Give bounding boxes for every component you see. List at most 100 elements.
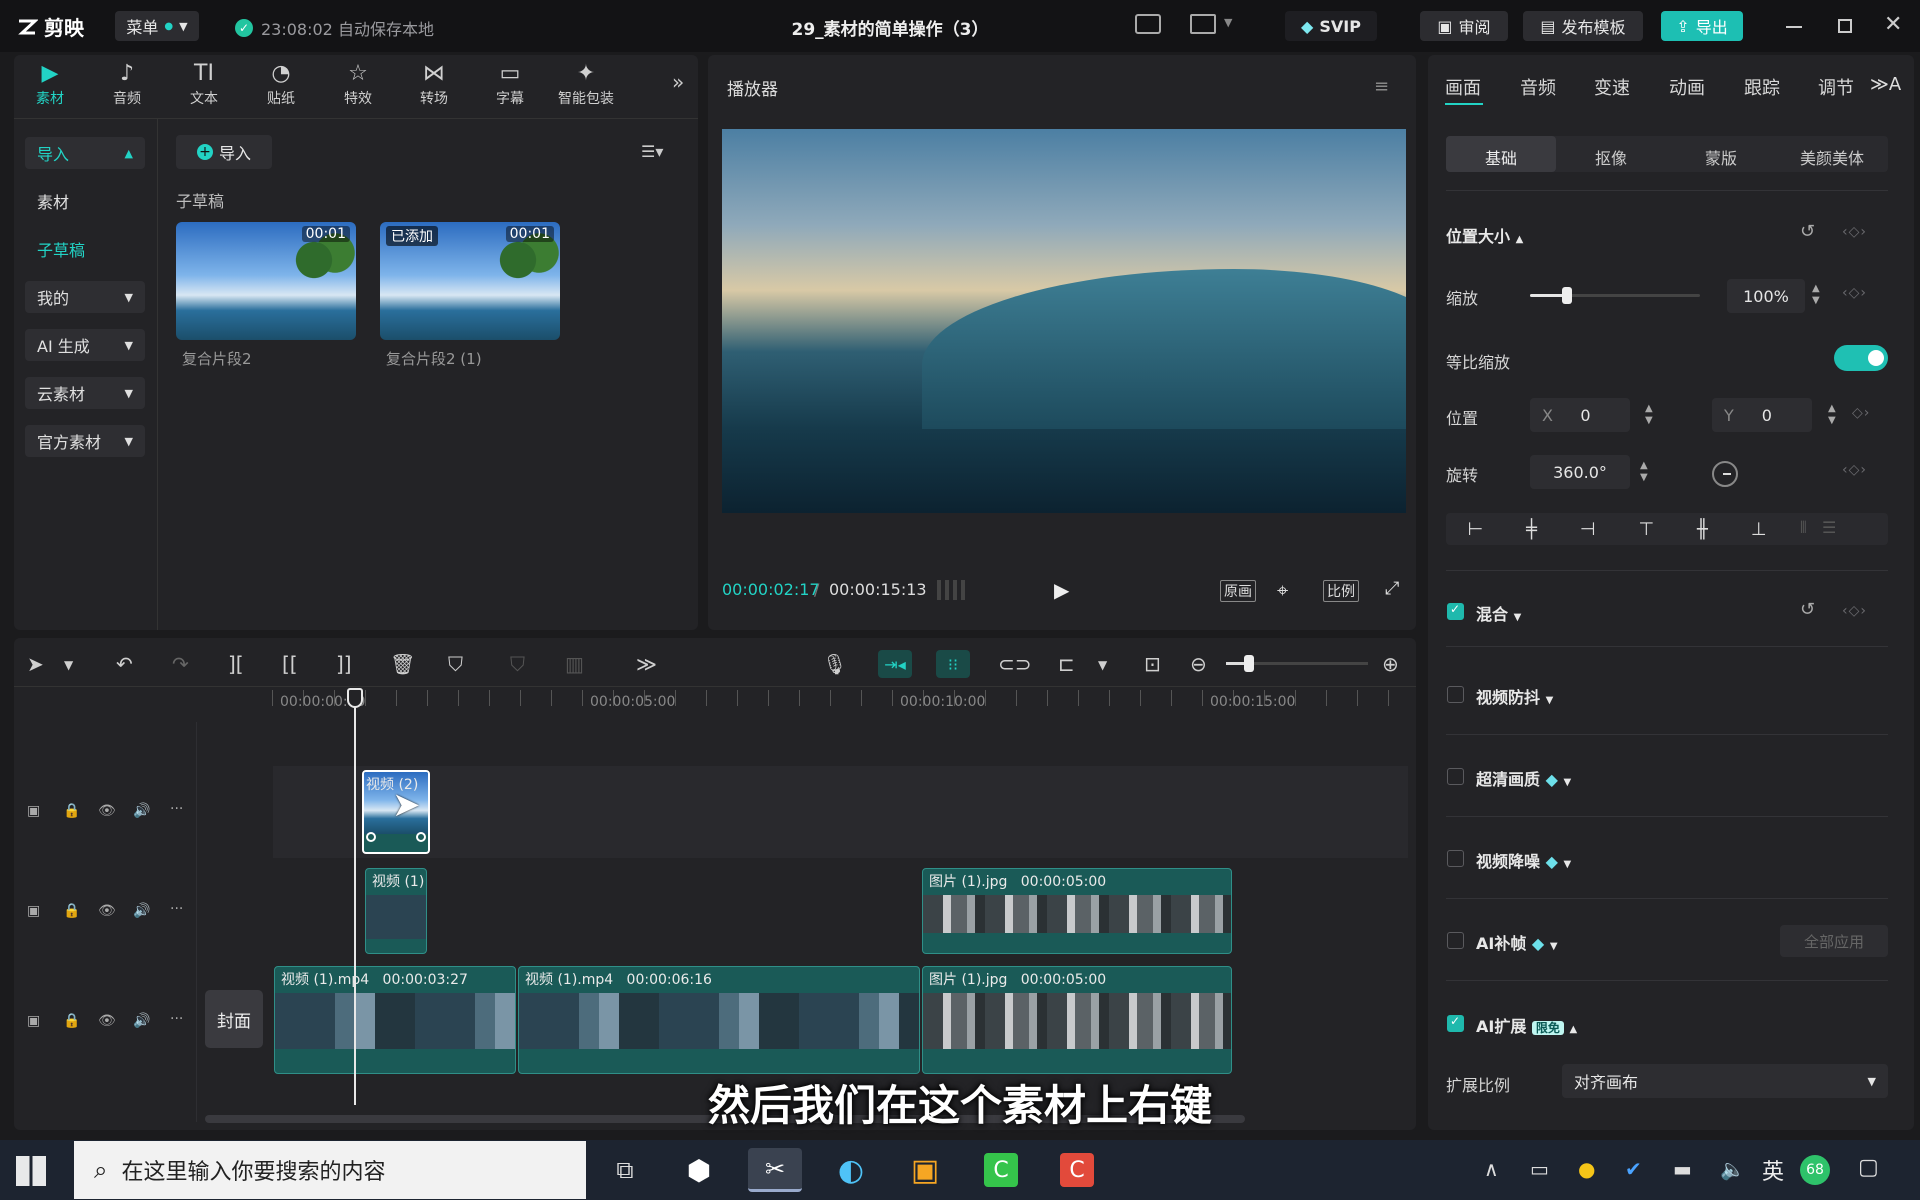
sort-icon[interactable]: ☰▾: [641, 142, 663, 161]
select-chevron-icon[interactable]: ▼: [64, 658, 73, 672]
tray-check-icon[interactable]: ✔: [1625, 1157, 1642, 1181]
speaker-icon[interactable]: 🔊: [133, 1013, 150, 1029]
original-quality-button[interactable]: 原画: [1220, 580, 1256, 602]
denoise-header[interactable]: 视频降噪 ◆ ▼: [1476, 848, 1571, 872]
playhead[interactable]: [354, 690, 356, 1105]
link-icon[interactable]: ⊂⊃: [998, 652, 1032, 676]
tool-sticker[interactable]: ◔ 贴纸: [246, 60, 316, 110]
split-icon[interactable]: ][: [228, 652, 244, 676]
tab-tracking[interactable]: 跟踪: [1744, 74, 1780, 100]
timecode-grid-icon[interactable]: [937, 580, 969, 600]
keyframe-icon[interactable]: ‹◇›: [1842, 603, 1867, 619]
capcut-taskbar-icon[interactable]: ✂: [748, 1148, 802, 1192]
hd-checkbox[interactable]: [1447, 768, 1464, 785]
ratio-button[interactable]: 比例: [1323, 580, 1359, 602]
clip-handle-icon[interactable]: [366, 832, 376, 842]
more-tools-icon[interactable]: »: [672, 70, 684, 94]
reset-icon[interactable]: ↺: [1800, 221, 1815, 242]
volume-icon[interactable]: 🔈: [1720, 1157, 1745, 1181]
zoom-slider-knob[interactable]: [1244, 655, 1254, 672]
stepper-icon[interactable]: ▲ ▼: [1828, 403, 1836, 427]
main-track-magnet-icon[interactable]: ⇥◂: [878, 650, 912, 678]
keyframe-icon[interactable]: ‹◇›: [1842, 462, 1867, 478]
more-icon[interactable]: ···: [170, 901, 183, 917]
rotation-input[interactable]: 360.0°: [1530, 455, 1630, 489]
tab-animation[interactable]: 动画: [1669, 74, 1705, 100]
shield-icon[interactable]: ⛉: [510, 652, 525, 676]
eye-icon[interactable]: 👁: [98, 903, 116, 919]
preview-axis-icon[interactable]: ⊏: [1058, 652, 1075, 676]
uniform-scale-toggle[interactable]: [1834, 345, 1888, 371]
more-tabs-icon[interactable]: ≫A: [1870, 74, 1901, 95]
edge-icon[interactable]: ◐: [824, 1148, 878, 1192]
tool-effects[interactable]: ☆ 特效: [323, 60, 393, 110]
align-center-h-icon[interactable]: ╪: [1526, 519, 1537, 540]
keyframe-icon[interactable]: ‹◇›: [1842, 224, 1867, 240]
more-icon[interactable]: ···: [170, 1011, 183, 1027]
zoom-in-icon[interactable]: ⊕: [1382, 652, 1399, 676]
stepper-icon[interactable]: ▲ ▼: [1645, 403, 1653, 427]
chevron-down-icon[interactable]: ▼: [1098, 658, 1107, 672]
zoom-slider-track[interactable]: [1226, 655, 1368, 672]
stepper-icon[interactable]: ▲ ▼: [1812, 283, 1820, 307]
hd-header[interactable]: 超清画质 ◆ ▼: [1476, 766, 1571, 790]
keyframe-icon[interactable]: ◇›: [1852, 405, 1870, 421]
more-edit-icon[interactable]: ≫: [636, 652, 657, 676]
tab-adjust[interactable]: 调节: [1818, 74, 1854, 100]
fit-screen-icon[interactable]: ⌖: [1277, 578, 1288, 602]
ai-frame-checkbox[interactable]: [1447, 932, 1464, 949]
tray-badge[interactable]: 68: [1800, 1155, 1830, 1185]
zoom-fit-icon[interactable]: ⊡: [1144, 652, 1161, 676]
sidebar-item-mine[interactable]: 我的 ▼: [25, 281, 145, 313]
sidebar-item-cloud[interactable]: 云素材 ▼: [25, 377, 145, 409]
delete-icon[interactable]: 🗑: [390, 652, 415, 676]
tool-text[interactable]: TI 文本: [169, 60, 239, 110]
ai-frame-header[interactable]: AI补帧 ◆ ▼: [1476, 930, 1558, 954]
tool-transition[interactable]: ⋈ 转场: [399, 60, 469, 110]
import-button[interactable]: + 导入: [176, 135, 272, 169]
clip-main-c[interactable]: 图片 (1).jpg 00:00:05:00: [922, 966, 1232, 1074]
track-preview-icon[interactable]: ▣: [27, 1013, 40, 1029]
position-x-input[interactable]: X0: [1530, 398, 1630, 432]
clip-mid-video[interactable]: 视频 (1): [365, 868, 427, 954]
blend-header[interactable]: 混合 ▼: [1476, 601, 1521, 625]
lock-icon[interactable]: 🔒: [63, 803, 80, 819]
tab-picture[interactable]: 画面: [1445, 74, 1481, 100]
tab-speed[interactable]: 变速: [1594, 74, 1630, 100]
tray-chevron-icon[interactable]: ∧: [1484, 1157, 1499, 1181]
player-menu-icon[interactable]: ≡: [1374, 76, 1389, 97]
speaker-icon[interactable]: 🔊: [133, 803, 150, 819]
notification-icon[interactable]: ▢: [1858, 1155, 1879, 1180]
sidebar-item-ai-gen[interactable]: AI 生成 ▼: [25, 329, 145, 361]
split-left-icon[interactable]: [[: [282, 652, 298, 676]
microphone-icon[interactable]: 🎙: [822, 652, 847, 676]
track-preview-icon[interactable]: ▣: [27, 803, 40, 819]
speaker-icon[interactable]: 🔊: [133, 903, 150, 919]
track-preview-icon[interactable]: ▣: [27, 903, 40, 919]
layout-chevron-icon[interactable]: ▼: [1224, 16, 1232, 29]
align-center-v-icon[interactable]: ╫: [1697, 519, 1708, 540]
stabilize-checkbox[interactable]: [1447, 686, 1464, 703]
stepper-icon[interactable]: ▲ ▼: [1640, 460, 1648, 484]
tab-audio[interactable]: 音频: [1520, 74, 1556, 100]
align-top-icon[interactable]: ⊤: [1638, 519, 1654, 540]
tool-smart-pack[interactable]: ✦ 智能包装: [551, 60, 621, 110]
zoom-out-icon[interactable]: ⊖: [1190, 652, 1207, 676]
export-button[interactable]: ⇪ 导出: [1661, 11, 1743, 41]
tool-media[interactable]: ▶ 素材: [15, 60, 85, 110]
sidebar-item-official[interactable]: 官方素材 ▼: [25, 425, 145, 457]
clip-main-a[interactable]: 视频 (1).mp4 00:00:03:27: [274, 966, 516, 1074]
subtab-beauty[interactable]: 美颜美体: [1776, 145, 1888, 169]
network-icon[interactable]: ▭: [1530, 1157, 1549, 1181]
rotation-dial[interactable]: [1712, 461, 1738, 487]
clip-main-b[interactable]: 视频 (1).mp4 00:00:06:16: [518, 966, 920, 1074]
align-right-icon[interactable]: ⊣: [1580, 519, 1596, 540]
menu-button[interactable]: 菜单 ● ▼: [115, 11, 199, 41]
svip-button[interactable]: ◆ SVIP: [1285, 11, 1377, 41]
keyframe-icon[interactable]: ‹◇›: [1842, 285, 1867, 301]
subtab-mask[interactable]: 蒙版: [1666, 145, 1776, 169]
windows-start-icon[interactable]: [16, 1156, 46, 1186]
position-size-header[interactable]: 位置大小 ▲: [1446, 223, 1523, 247]
scale-slider-track[interactable]: [1530, 287, 1700, 304]
cover-button[interactable]: 封面: [205, 990, 263, 1048]
